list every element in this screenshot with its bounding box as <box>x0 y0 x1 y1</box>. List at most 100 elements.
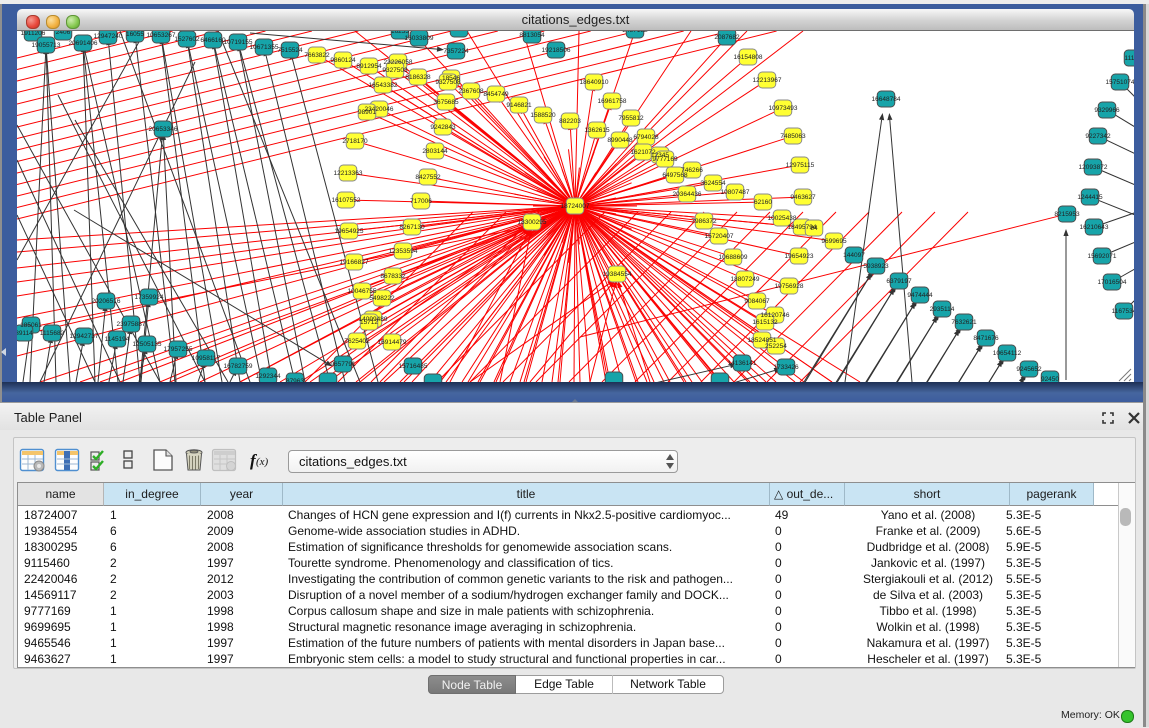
svg-text:1527602: 1527602 <box>174 36 200 43</box>
svg-text:9084067: 9084067 <box>744 298 770 305</box>
svg-text:10653267: 10653267 <box>147 32 176 39</box>
svg-text:9245652: 9245652 <box>1016 366 1042 373</box>
svg-text:16648784: 16648784 <box>872 96 901 103</box>
svg-text:15712: 15712 <box>360 319 378 326</box>
svg-text:5498222: 5498222 <box>369 295 395 302</box>
svg-text:17957255: 17957255 <box>164 346 193 353</box>
svg-text:20653346: 20653346 <box>149 126 178 133</box>
svg-text:16107552: 16107552 <box>332 197 361 204</box>
svg-text:12213363: 12213363 <box>334 170 363 177</box>
svg-text:882203: 882203 <box>559 118 581 125</box>
svg-text:7625402: 7625402 <box>344 338 370 345</box>
svg-text:(x): (x) <box>256 456 269 468</box>
svg-text:12505135: 12505135 <box>133 341 162 348</box>
svg-text:10807487: 10807487 <box>721 189 750 196</box>
svg-text:6466160: 6466160 <box>200 37 226 44</box>
svg-text:9329966: 9329966 <box>1094 107 1120 114</box>
svg-text:1115682: 1115682 <box>40 330 65 337</box>
svg-text:1244415: 1244415 <box>1077 194 1103 201</box>
svg-text:16961758: 16961758 <box>598 98 627 105</box>
svg-text:17359924: 17359924 <box>135 294 164 301</box>
svg-text:17016504: 17016504 <box>1098 279 1127 286</box>
svg-text:9327503: 9327503 <box>382 67 408 74</box>
svg-text:1911206: 1911206 <box>21 31 46 37</box>
svg-text:1167534: 1167534 <box>1112 308 1134 315</box>
svg-text:18807249: 18807249 <box>731 276 760 283</box>
svg-text:16033809: 16033809 <box>405 35 434 42</box>
svg-text:10671355: 10671355 <box>250 44 279 51</box>
svg-text:12353594: 12353594 <box>389 248 418 255</box>
svg-text:19055713: 19055713 <box>32 42 61 49</box>
svg-text:16055: 16055 <box>126 31 144 38</box>
svg-text:8267130: 8267130 <box>399 224 425 231</box>
svg-text:16210643: 16210643 <box>1080 224 1109 231</box>
svg-text:61304: 61304 <box>450 31 468 33</box>
svg-text:92450: 92450 <box>1041 376 1059 382</box>
svg-text:3675685: 3675685 <box>433 99 459 106</box>
svg-text:12093872: 12093872 <box>1079 164 1108 171</box>
svg-text:2087682: 2087682 <box>714 34 740 41</box>
svg-text:1292344: 1292344 <box>255 373 281 380</box>
svg-text:19218506: 19218506 <box>542 47 571 54</box>
svg-text:87963: 87963 <box>286 378 304 382</box>
svg-text:19756928: 19756928 <box>775 283 804 290</box>
svg-text:1362615: 1362615 <box>584 127 610 134</box>
svg-text:9474444: 9474444 <box>907 292 933 299</box>
svg-text:19654923: 19654923 <box>785 253 814 260</box>
svg-text:6379197: 6379197 <box>886 278 912 285</box>
svg-text:23975887: 23975887 <box>117 321 146 328</box>
svg-text:9699695: 9699695 <box>821 238 847 245</box>
svg-text:11172: 11172 <box>1124 55 1134 62</box>
svg-text:1588520: 1588520 <box>530 112 556 119</box>
svg-text:1733426: 1733426 <box>773 364 799 371</box>
svg-text:8471676: 8471676 <box>973 335 999 342</box>
svg-text:19166827: 19166827 <box>340 259 369 266</box>
svg-text:8990448: 8990448 <box>607 137 633 144</box>
svg-text:1615132: 1615132 <box>752 319 778 326</box>
svg-text:16120746: 16120746 <box>761 312 790 319</box>
svg-text:9777169: 9777169 <box>652 156 678 163</box>
svg-text:15716485: 15716485 <box>399 363 428 370</box>
svg-text:98901: 98901 <box>358 109 376 116</box>
svg-text:9463627: 9463627 <box>790 194 816 201</box>
svg-text:2406: 2406 <box>56 31 71 36</box>
svg-text:20691406: 20691406 <box>69 40 98 47</box>
svg-text:20364436: 20364436 <box>673 191 702 198</box>
svg-text:19384554: 19384554 <box>603 271 632 278</box>
svg-text:12213967: 12213967 <box>753 77 782 84</box>
svg-text:12975115: 12975115 <box>786 162 815 169</box>
svg-text:8454749: 8454749 <box>483 91 509 98</box>
svg-text:7357224: 7357224 <box>443 48 469 55</box>
svg-text:9227342: 9227342 <box>1085 133 1111 140</box>
svg-text:2803144: 2803144 <box>422 148 448 155</box>
svg-text:252254: 252254 <box>765 343 787 350</box>
svg-text:15751074: 15751074 <box>1106 79 1134 86</box>
svg-text:144097: 144097 <box>843 252 865 259</box>
svg-text:20206516: 20206516 <box>92 298 121 305</box>
svg-text:7955812: 7955812 <box>618 115 644 122</box>
svg-text:10025438: 10025438 <box>768 215 797 222</box>
svg-text:2718170: 2718170 <box>342 138 368 145</box>
svg-text:8427552: 8427552 <box>415 174 441 181</box>
svg-text:3624554: 3624554 <box>700 180 726 187</box>
svg-text:16154808: 16154808 <box>734 54 763 61</box>
svg-text:10688609: 10688609 <box>719 254 748 261</box>
svg-text:8912954: 8912954 <box>356 63 382 70</box>
svg-text:12942737: 12942737 <box>70 333 99 340</box>
svg-text:6794028: 6794028 <box>633 134 659 141</box>
svg-text:15720407: 15720407 <box>705 233 734 240</box>
svg-text:9327508: 9327508 <box>435 79 461 86</box>
svg-text:9657791: 9657791 <box>330 361 356 368</box>
svg-text:185061: 185061 <box>20 322 42 329</box>
svg-text:8186328: 8186328 <box>405 74 431 81</box>
svg-text:18640910: 18640910 <box>580 79 609 86</box>
svg-text:10046755: 10046755 <box>348 288 377 295</box>
svg-text:84: 84 <box>810 225 818 232</box>
svg-text:23226058: 23226058 <box>384 59 413 66</box>
svg-text:9242843: 9242843 <box>430 124 456 131</box>
svg-text:8678332: 8678332 <box>380 273 406 280</box>
svg-text:10973493: 10973493 <box>769 105 798 112</box>
svg-text:1145194: 1145194 <box>105 336 130 343</box>
svg-text:9146821: 9146821 <box>506 102 532 109</box>
svg-text:7485063: 7485063 <box>780 133 806 140</box>
